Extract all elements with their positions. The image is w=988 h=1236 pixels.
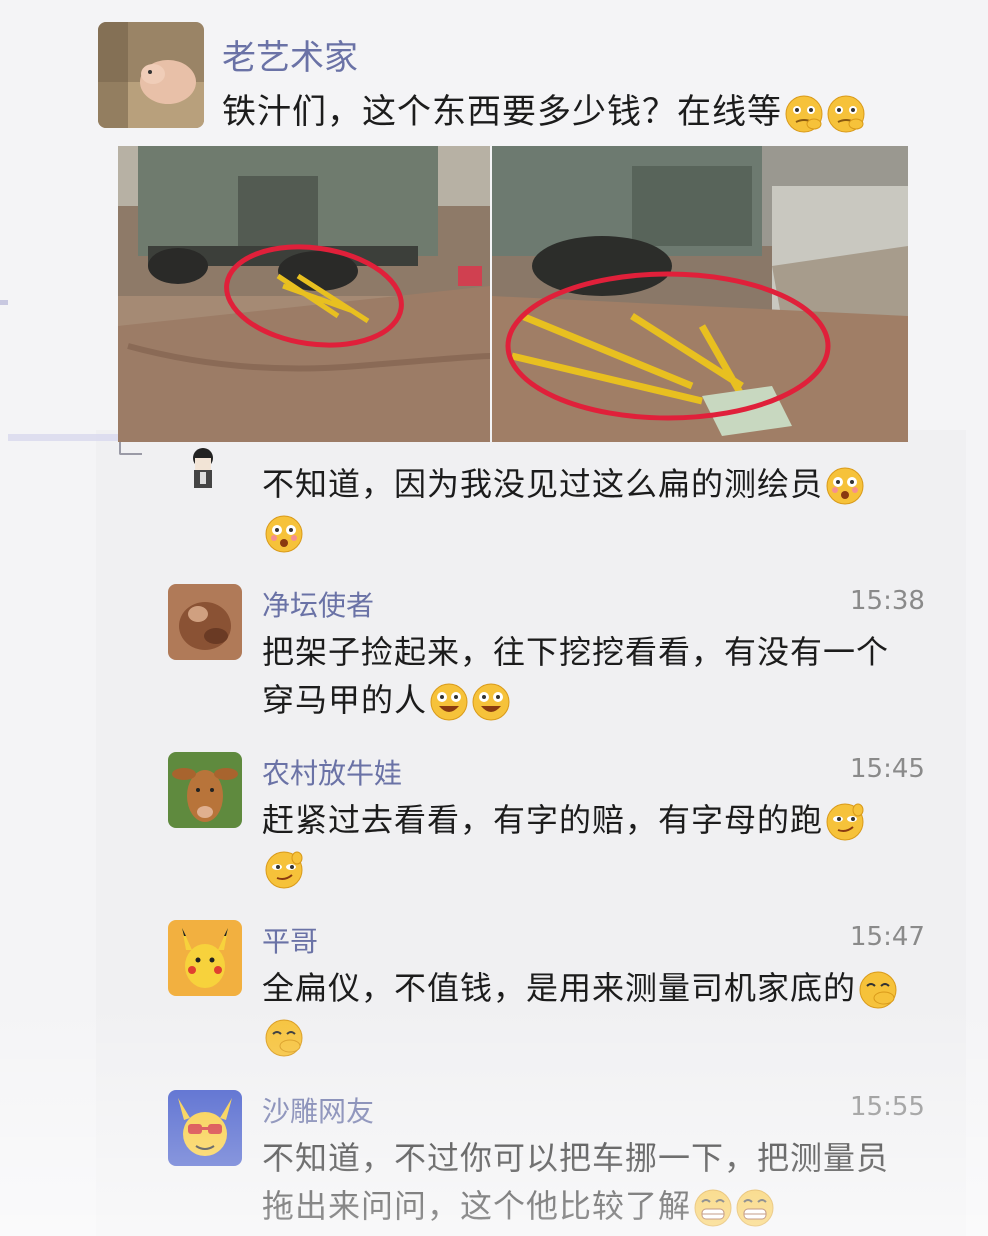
comment-4-text-cont — [262, 1010, 304, 1062]
comment-1-avatar[interactable] — [180, 446, 226, 492]
comment-5-time: 15:55 — [850, 1092, 925, 1122]
comment-3-text: 赶紧过去看看，有字的赔，有字母的跑 — [262, 794, 865, 846]
comment-3-time: 15:45 — [850, 754, 925, 784]
post-author-name[interactable]: 老艺术家 — [222, 30, 358, 79]
comment-2-line-2: 穿马甲的人 — [262, 681, 428, 719]
comment-5-text: 拖出来问问，这个他比较了解 — [262, 1180, 775, 1232]
grin-emoji-icon — [736, 1189, 774, 1227]
comment-3-name[interactable]: 农村放牛娃 — [262, 752, 402, 792]
comment-4-line-1: 全扁仪，不值钱，是用来测量司机家底的 — [262, 969, 857, 1007]
comment-3-text-cont — [262, 842, 304, 894]
post-text-content: 铁汁们，这个东西要多少钱？在线等 — [222, 92, 782, 132]
shy-emoji-icon — [265, 1019, 303, 1057]
comment-2-time: 15:38 — [850, 586, 925, 616]
surprised-emoji-icon — [826, 467, 864, 505]
toggle-icon[interactable] — [116, 440, 146, 456]
comment-5-line-1: 不知道，不过你可以把车挪一下，把测量员 — [262, 1139, 890, 1177]
comment-4-avatar[interactable] — [168, 920, 242, 996]
comment-4-name[interactable]: 平哥 — [262, 920, 318, 960]
comment-2-name[interactable]: 净坛使者 — [262, 584, 374, 624]
thinking-emoji-icon — [827, 95, 865, 132]
comment-1-text-cont — [262, 506, 304, 558]
post-photo-2[interactable] — [492, 146, 908, 442]
surprised-emoji-icon — [265, 515, 303, 553]
post-text: 铁汁们，这个东西要多少钱？在线等 — [222, 86, 866, 138]
comment-2-avatar[interactable] — [168, 584, 242, 660]
comment-2-line-1: 把架子捡起来，往下挖挖看看，有没有一个 — [262, 633, 890, 671]
comment-1-text: 不知道，因为我没见过这么扁的测绘员 — [262, 458, 865, 510]
laughing-emoji-icon — [472, 683, 510, 721]
smirk-emoji-icon — [826, 803, 864, 841]
laughing-emoji-icon — [430, 683, 468, 721]
comment-4-text: 全扁仪，不值钱，是用来测量司机家底的 — [262, 962, 898, 1014]
smirk-emoji-icon — [265, 851, 303, 889]
comment-1-line-1: 不知道，因为我没见过这么扁的测绘员 — [262, 465, 824, 503]
post-photo-1[interactable] — [118, 146, 490, 442]
comment-2-text: 穿马甲的人 — [262, 674, 511, 726]
comment-5-line-2: 拖出来问问，这个他比较了解 — [262, 1187, 692, 1225]
post-author-avatar[interactable] — [98, 22, 204, 128]
comment-3-line-1: 赶紧过去看看，有字的赔，有字母的跑 — [262, 801, 824, 839]
comment-3-avatar[interactable] — [168, 752, 242, 828]
comment-4-time: 15:47 — [850, 922, 925, 952]
divider — [0, 300, 8, 305]
shy-emoji-icon — [859, 971, 897, 1009]
comment-5-name[interactable]: 沙雕网友 — [262, 1090, 374, 1130]
grin-emoji-icon — [694, 1189, 732, 1227]
comment-5-avatar[interactable] — [168, 1090, 242, 1166]
thinking-emoji-icon — [785, 95, 823, 132]
